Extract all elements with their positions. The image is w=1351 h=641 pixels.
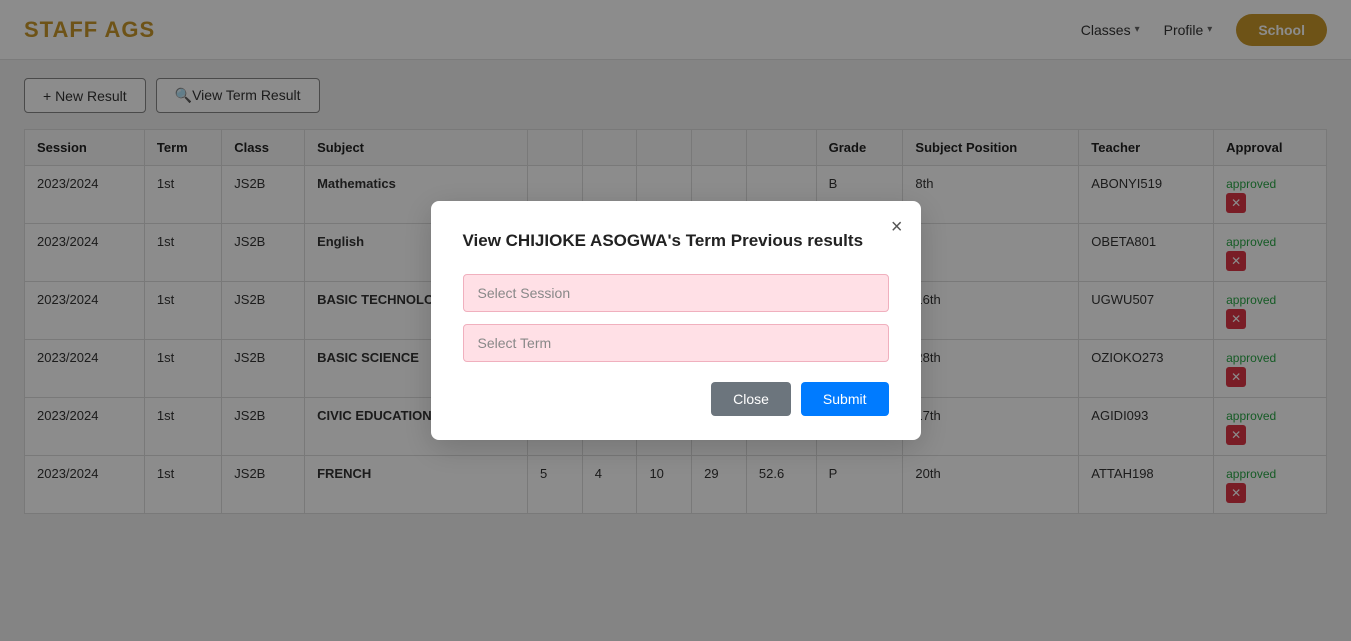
modal-overlay: View CHIJIOKE ASOGWA's Term Previous res… <box>0 0 1351 641</box>
modal-title: View CHIJIOKE ASOGWA's Term Previous res… <box>463 229 889 253</box>
select-term-field[interactable]: Select Term <box>463 324 889 362</box>
select-session-field[interactable]: Select Session <box>463 274 889 312</box>
modal-close-button[interactable]: × <box>891 217 903 237</box>
close-modal-button[interactable]: Close <box>711 382 791 416</box>
modal-actions: Close Submit <box>463 382 889 416</box>
modal: View CHIJIOKE ASOGWA's Term Previous res… <box>431 201 921 441</box>
select-session-placeholder: Select Session <box>478 285 571 301</box>
submit-button[interactable]: Submit <box>801 382 889 416</box>
select-term-placeholder: Select Term <box>478 335 552 351</box>
